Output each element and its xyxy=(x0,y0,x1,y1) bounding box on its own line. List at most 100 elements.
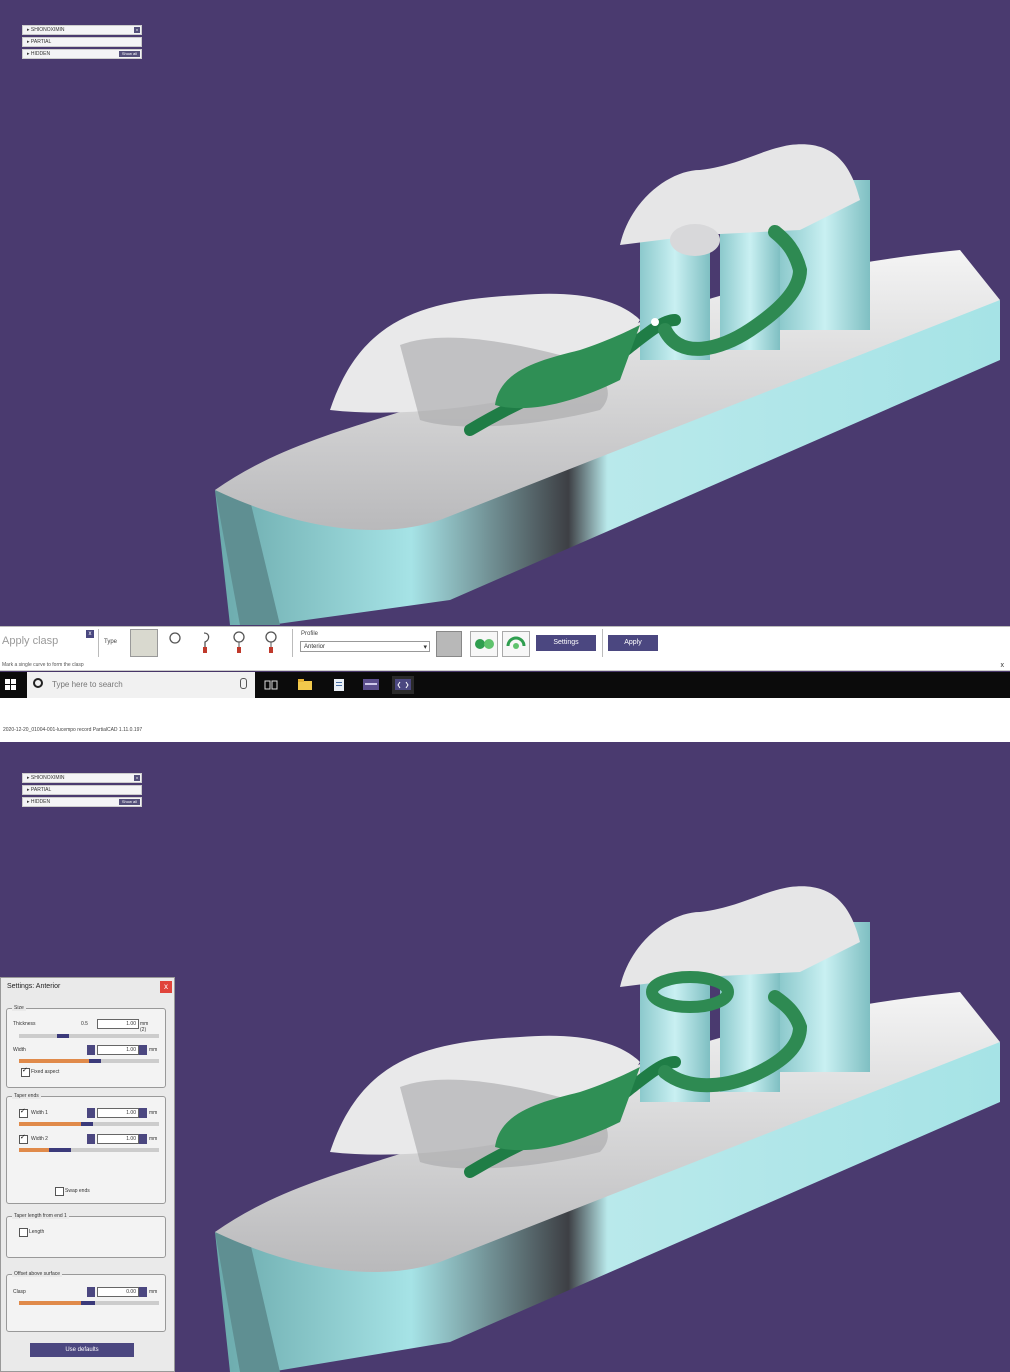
tree-close-icon[interactable]: x xyxy=(134,27,140,33)
windows-start-icon[interactable] xyxy=(5,679,17,691)
width2-unit: mm xyxy=(149,1136,158,1142)
tree-row-label: ▸ PARTIAL xyxy=(27,787,52,793)
tree-row-2[interactable]: ▸ PARTIAL xyxy=(22,785,142,795)
object-tree: ▸ SHIONOXIMIN x ▸ PARTIAL ▸ HIDDEN Show al… xyxy=(22,25,142,61)
size-group: Size Thickness 0.5 1.00 mm (2) Width 1.0… xyxy=(6,1005,166,1088)
width-increase-button[interactable] xyxy=(139,1045,147,1055)
swap-ends-label: Swap ends xyxy=(65,1188,90,1194)
window-title-text: 2020-12-20_01004-001-lucempo record Part… xyxy=(3,727,143,733)
microphone-icon[interactable] xyxy=(240,678,247,689)
show-all-button[interactable]: Show all xyxy=(118,799,140,805)
clasp-offset-increase-button[interactable] xyxy=(139,1287,147,1297)
width-input[interactable]: 1.00 xyxy=(97,1045,139,1055)
tree-close-icon[interactable]: x xyxy=(134,775,140,781)
width2-slider[interactable] xyxy=(19,1148,159,1152)
settings-button[interactable]: Settings xyxy=(536,635,596,651)
length-checkbox[interactable] xyxy=(19,1228,28,1237)
swap-ends-checkbox[interactable] xyxy=(55,1187,64,1196)
width1-input[interactable]: 1.00 xyxy=(97,1108,139,1118)
clasp-offset-row: Clasp 0.00 mm xyxy=(9,1287,158,1299)
3d-viewport-top[interactable]: ▸ SHIONOXIMIN x ▸ PARTIAL ▸ HIDDEN Show al… xyxy=(0,0,1010,626)
thickness-unit: mm (2) xyxy=(140,1021,149,1033)
color-swatch-button[interactable] xyxy=(436,631,462,657)
clasp-type-selected-button[interactable] xyxy=(130,629,158,657)
apply-button[interactable]: Apply xyxy=(608,635,658,651)
size-group-label: Size xyxy=(12,1005,26,1011)
tooth-cusp xyxy=(670,224,720,256)
taper-ends-group-label: Taper ends xyxy=(12,1093,41,1099)
settings-title: Settings: Anterior xyxy=(7,983,61,990)
thickness-min: 0.5 xyxy=(81,1021,88,1027)
show-all-button[interactable]: Show all xyxy=(118,51,140,57)
profile-label: Profile xyxy=(301,631,319,637)
dental-model-scene[interactable] xyxy=(0,0,1010,626)
clasp-point-marker xyxy=(651,318,659,326)
clasp-offset-input[interactable]: 0.00 xyxy=(97,1287,139,1297)
clasp-ring-alt-icon[interactable] xyxy=(262,630,280,656)
fixed-aspect-checkbox[interactable] xyxy=(21,1066,30,1077)
width1-decrease-button[interactable] xyxy=(87,1108,95,1118)
apply-clasp-toolbar: Apply clasp x Type Profile Anterior Sett… xyxy=(0,626,1010,661)
toolbar-title: Apply clasp xyxy=(2,635,59,647)
tree-row-label: ▸ PARTIAL xyxy=(27,39,52,45)
width1-label: Width 1 xyxy=(31,1110,48,1116)
thickness-slider[interactable] xyxy=(19,1034,159,1038)
width-row: Width 1.00 mm xyxy=(9,1045,158,1057)
taper-length-group: Taper length from end 1 Length xyxy=(6,1213,166,1258)
fixed-aspect-label: Fixed aspect xyxy=(31,1069,60,1075)
tree-row-1[interactable]: ▸ SHIONOXIMIN x xyxy=(22,25,142,35)
tree-row-label: ▸ SHIONOXIMIN xyxy=(27,27,65,33)
width-label: Width xyxy=(13,1047,26,1053)
width-decrease-button[interactable] xyxy=(87,1045,95,1055)
width2-input[interactable]: 1.00 xyxy=(97,1134,139,1144)
toolbar-divider xyxy=(292,629,293,657)
taper-ends-group: Taper ends Width 1 1.00 mm Width 2 1.00 … xyxy=(6,1093,166,1204)
width-unit: mm xyxy=(149,1047,158,1053)
clasp-offset-label: Clasp xyxy=(13,1289,26,1295)
taskbar-search-box[interactable]: Type here to search xyxy=(27,672,255,698)
use-defaults-button[interactable]: Use defaults xyxy=(30,1343,134,1357)
width1-unit: mm xyxy=(149,1110,158,1116)
clasp-circle-icon[interactable] xyxy=(166,630,184,656)
hint-close-icon[interactable]: x xyxy=(1001,660,1005,671)
width1-slider[interactable] xyxy=(19,1122,159,1126)
cortana-icon xyxy=(33,678,43,688)
document-icon[interactable] xyxy=(328,676,350,694)
tree-row-label: ▸ HIDDEN xyxy=(27,799,51,805)
width2-decrease-button[interactable] xyxy=(87,1134,95,1144)
tree-row-3[interactable]: ▸ HIDDEN Show all xyxy=(22,49,142,59)
type-label: Type xyxy=(104,639,118,645)
clasp-hook-icon[interactable] xyxy=(198,630,216,656)
clasp-offset-decrease-button[interactable] xyxy=(87,1287,95,1297)
folder-icon[interactable] xyxy=(294,676,316,694)
profile-select[interactable]: Anterior xyxy=(300,641,430,653)
width2-increase-button[interactable] xyxy=(139,1134,147,1144)
clasp-offset-unit: mm xyxy=(149,1289,158,1295)
width1-increase-button[interactable] xyxy=(139,1108,147,1118)
clasp-ring-icon[interactable] xyxy=(230,630,248,656)
tree-row-1[interactable]: ▸ SHIONOXIMIN x xyxy=(22,773,142,783)
width2-label: Width 2 xyxy=(31,1136,48,1142)
clasp-offset-slider[interactable] xyxy=(19,1301,159,1305)
green-add-icon[interactable] xyxy=(470,631,498,657)
toolbar-close-icon[interactable]: x xyxy=(86,630,94,638)
offset-group-label: Offset above surface xyxy=(12,1271,63,1277)
tree-row-label: ▸ HIDDEN xyxy=(27,51,51,57)
length-label: Length xyxy=(29,1229,45,1235)
partial-cad-icon[interactable] xyxy=(392,676,414,694)
taper-length-group-label: Taper length from end 1 xyxy=(12,1213,69,1219)
thickness-input[interactable]: 1.00 xyxy=(97,1019,139,1029)
taskbar-search-placeholder: Type here to search xyxy=(52,680,123,689)
thickness-row: Thickness 0.5 1.00 mm (2) xyxy=(9,1019,155,1033)
offset-group: Offset above surface Clasp 0.00 mm xyxy=(6,1271,166,1332)
tree-row-3[interactable]: ▸ HIDDEN Show all xyxy=(22,797,142,807)
settings-anterior-panel: Settings: Anterior x Size Thickness 0.5 … xyxy=(0,977,175,1372)
windows-taskbar: Type here to search xyxy=(0,672,1010,698)
hint-text: Mark a single curve to form the clasp xyxy=(2,662,84,668)
width-slider[interactable] xyxy=(19,1059,159,1063)
green-rotate-icon[interactable] xyxy=(502,631,530,657)
settings-close-icon[interactable]: x xyxy=(160,981,172,993)
monitor-icon[interactable] xyxy=(360,676,382,694)
tree-row-2[interactable]: ▸ PARTIAL xyxy=(22,37,142,47)
task-view-icon[interactable] xyxy=(260,676,282,694)
